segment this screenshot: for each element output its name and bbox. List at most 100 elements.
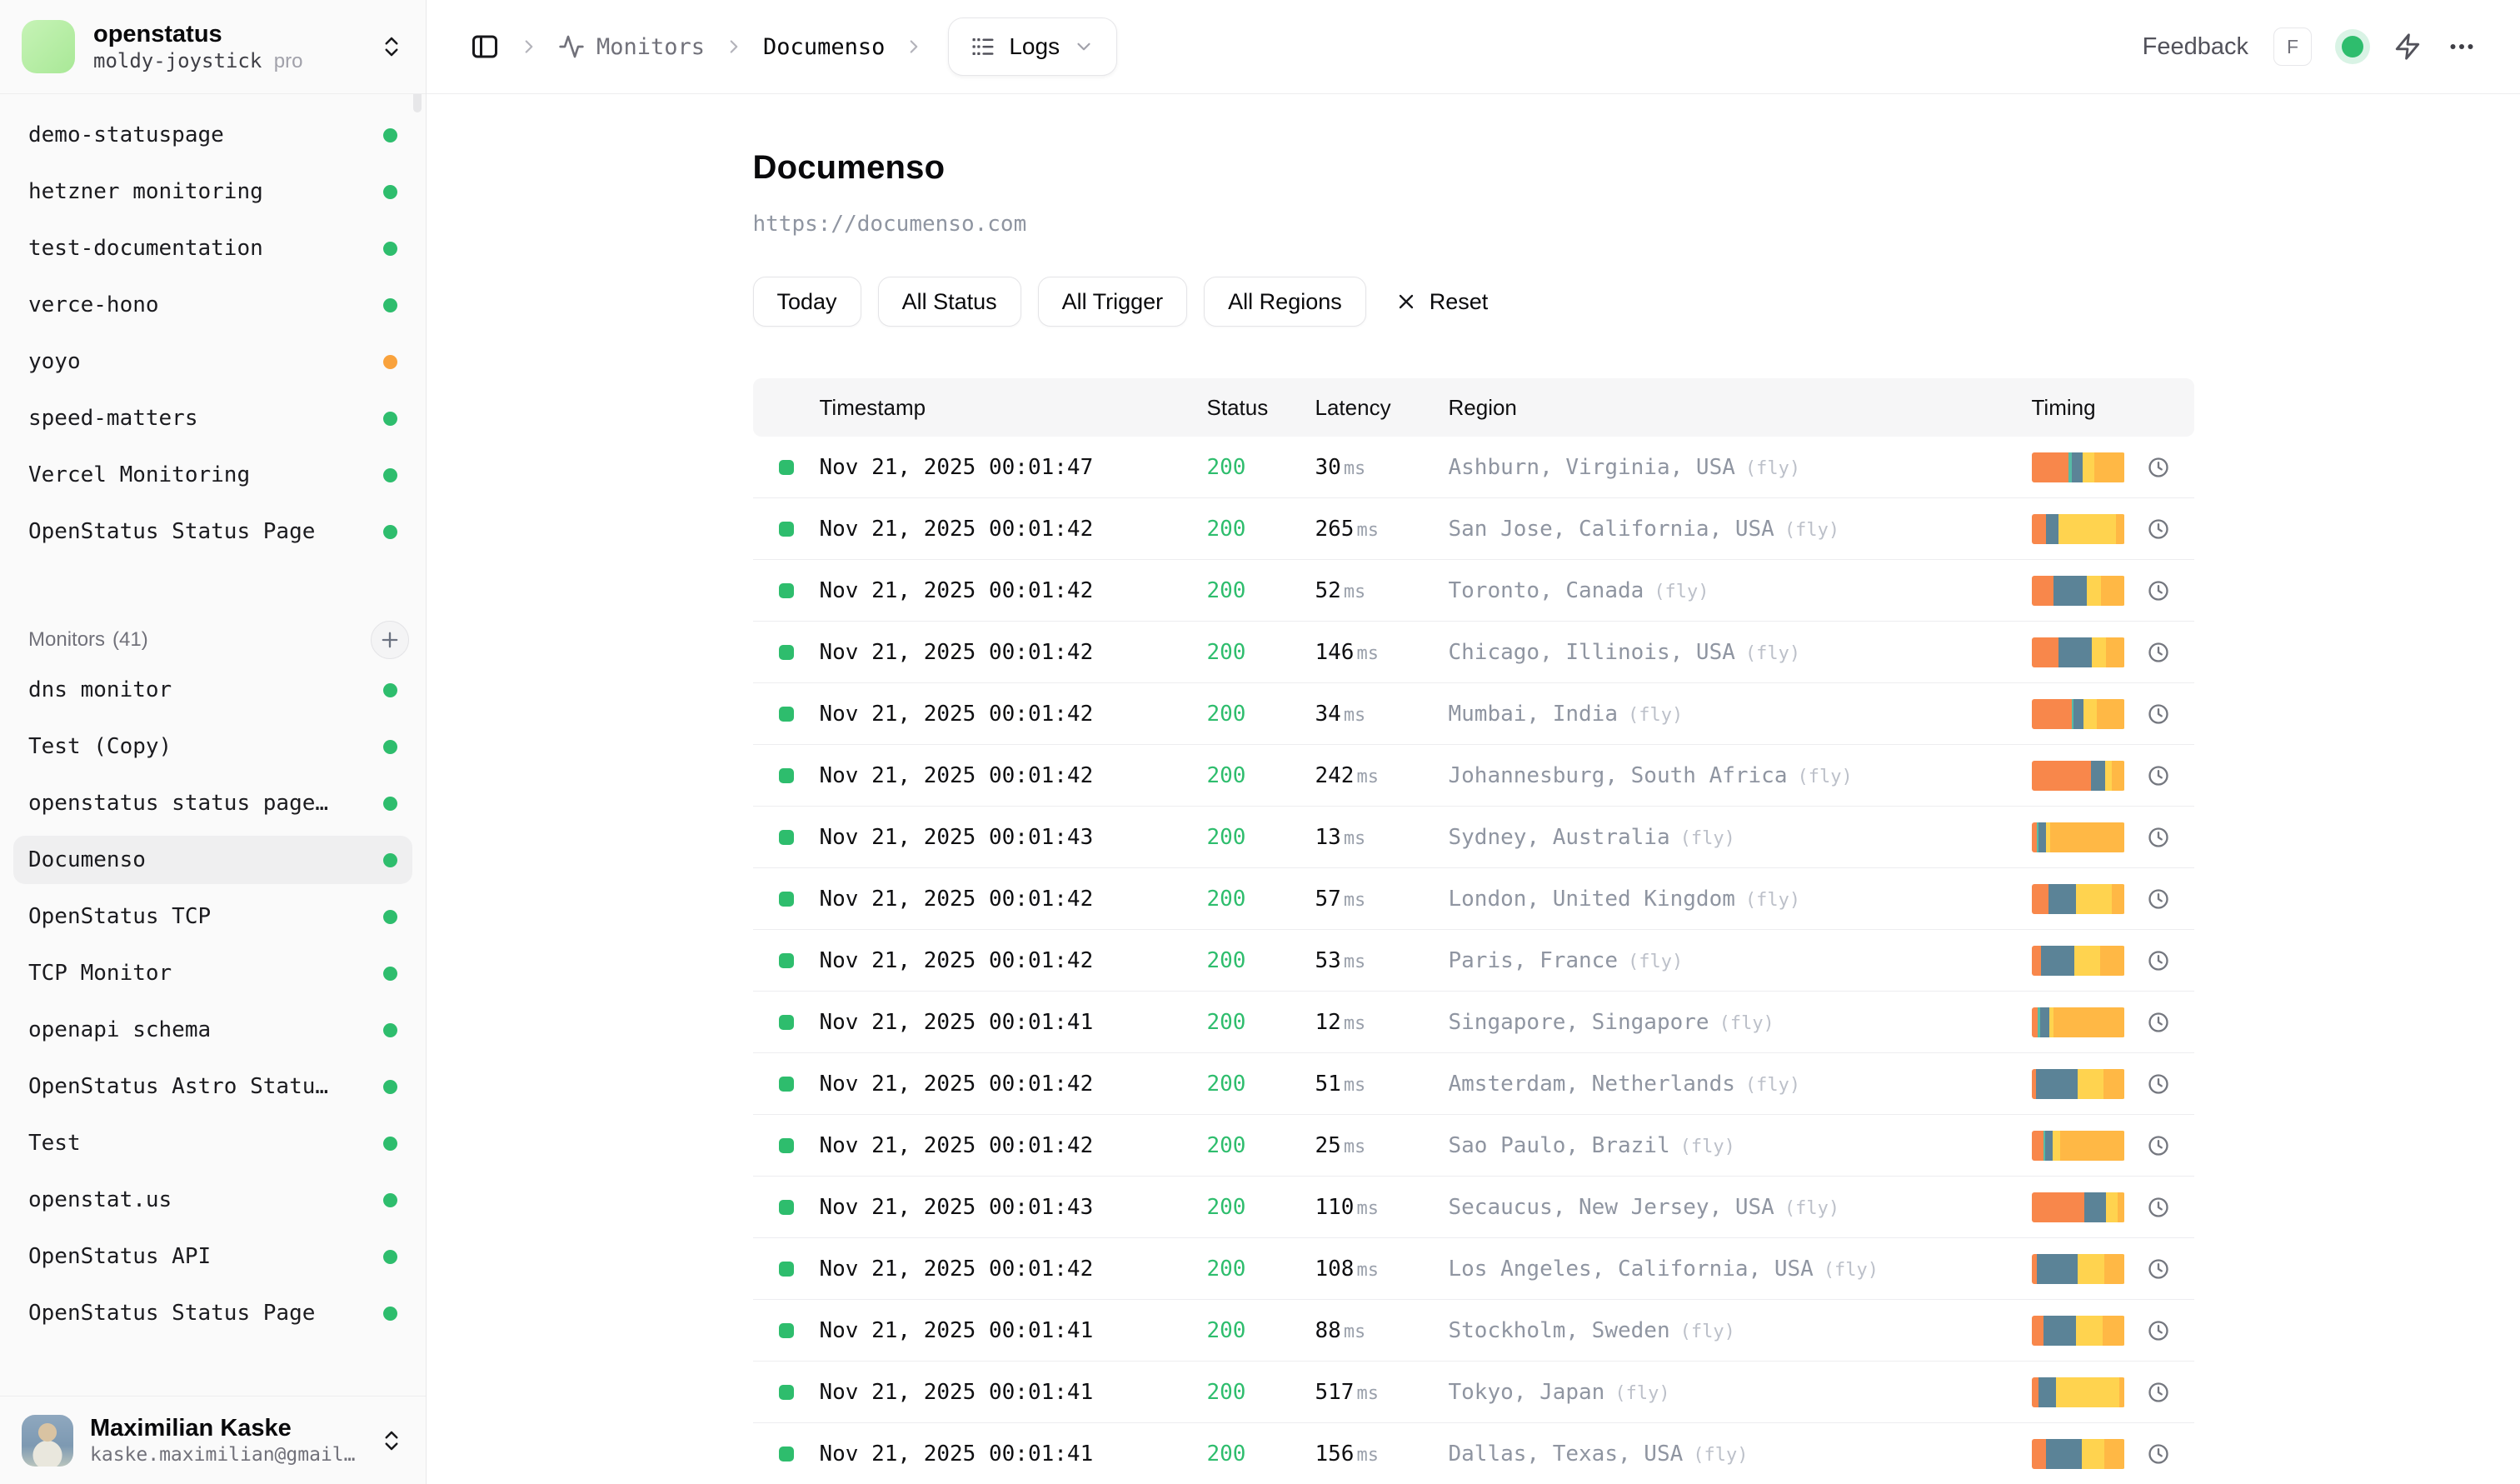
timing-bar[interactable] (2032, 1254, 2125, 1284)
table-row[interactable]: Nov 21, 2025 00:01:42 200 57ms London, U… (753, 868, 2194, 930)
sidebar-toggle-button[interactable] (470, 32, 500, 62)
table-row[interactable]: Nov 21, 2025 00:01:42 200 34ms Mumbai, I… (753, 683, 2194, 745)
table-row[interactable]: Nov 21, 2025 00:01:42 200 51ms Amsterdam… (753, 1053, 2194, 1115)
clock-icon[interactable] (2147, 1319, 2170, 1342)
clock-icon[interactable] (2147, 517, 2170, 541)
table-row[interactable]: Nov 21, 2025 00:01:41 200 88ms Stockholm… (753, 1300, 2194, 1362)
sidebar-item-test[interactable]: Test (13, 1119, 412, 1167)
sidebar-item-openstat-us[interactable]: openstat.us (13, 1176, 412, 1224)
clock-icon[interactable] (2147, 1442, 2170, 1466)
table-row[interactable]: Nov 21, 2025 00:01:41 200 517ms Tokyo, J… (753, 1362, 2194, 1423)
filter-chip-all-trigger[interactable]: All Trigger (1038, 277, 1188, 327)
sidebar-item-openstatus-status-page[interactable]: OpenStatus Status Page (13, 1289, 412, 1337)
sidebar-item-openapi-schema[interactable]: openapi schema (13, 1006, 412, 1054)
table-row[interactable]: Nov 21, 2025 00:01:42 200 25ms Sao Paulo… (753, 1115, 2194, 1177)
timing-bar[interactable] (2032, 761, 2125, 791)
sidebar-item-speed-matters[interactable]: speed-matters (13, 394, 412, 442)
sidebar-item-verce-hono[interactable]: verce-hono (13, 281, 412, 329)
clock-icon[interactable] (2147, 579, 2170, 602)
reset-filters-button[interactable]: Reset (1395, 289, 1489, 315)
clock-icon[interactable] (2147, 764, 2170, 787)
clock-icon[interactable] (2147, 641, 2170, 664)
status-dot-icon (383, 412, 397, 426)
table-row[interactable]: Nov 21, 2025 00:01:42 200 146ms Chicago,… (753, 622, 2194, 683)
view-selector-logs[interactable]: Logs (948, 17, 1117, 76)
filter-chip-today[interactable]: Today (753, 277, 861, 327)
clock-icon[interactable] (2147, 1134, 2170, 1157)
clock-icon[interactable] (2147, 826, 2170, 849)
add-monitor-button[interactable] (371, 621, 409, 659)
clock-icon[interactable] (2147, 887, 2170, 911)
breadcrumb-monitors[interactable]: Monitors (558, 33, 705, 60)
sidebar-item-demo-statuspage[interactable]: demo-statuspage (13, 111, 412, 159)
clock-icon[interactable] (2147, 1011, 2170, 1034)
sidebar-item-tcp-monitor[interactable]: TCP Monitor (13, 949, 412, 997)
table-row[interactable]: Nov 21, 2025 00:01:42 200 52ms Toronto, … (753, 560, 2194, 622)
cell-latency: 88ms (1315, 1318, 1449, 1343)
timing-bar[interactable] (2032, 637, 2125, 667)
sidebar-item-yoyo[interactable]: yoyo (13, 337, 412, 386)
workspace-switcher[interactable]: openstatus moldy-joystick pro (0, 0, 426, 94)
filter-chip-all-regions[interactable]: All Regions (1204, 277, 1366, 327)
timing-bar[interactable] (2032, 1439, 2125, 1469)
table-row[interactable]: Nov 21, 2025 00:01:43 200 110ms Secaucus… (753, 1177, 2194, 1238)
quick-actions-button[interactable] (2393, 32, 2422, 61)
clock-icon[interactable] (2147, 1196, 2170, 1219)
cell-status: 200 (1207, 1442, 1315, 1467)
breadcrumb-monitor[interactable]: Documenso (763, 34, 885, 60)
table-row[interactable]: Nov 21, 2025 00:01:41 200 156ms Dallas, … (753, 1423, 2194, 1484)
sidebar-item-documenso[interactable]: Documenso (13, 836, 412, 884)
timing-bar[interactable] (2032, 699, 2125, 729)
sidebar-item-openstatus-status-page[interactable]: OpenStatus Status Page (13, 507, 412, 556)
timing-bar[interactable] (2032, 1192, 2125, 1222)
table-row[interactable]: Nov 21, 2025 00:01:42 200 53ms Paris, Fr… (753, 930, 2194, 992)
table-row[interactable]: Nov 21, 2025 00:01:41 200 12ms Singapore… (753, 992, 2194, 1053)
timing-bar[interactable] (2032, 822, 2125, 852)
timing-bar[interactable] (2032, 576, 2125, 606)
sidebar-item-vercel-monitoring[interactable]: Vercel Monitoring (13, 451, 412, 499)
sidebar-item-test-copy[interactable]: Test (Copy) (13, 722, 412, 771)
timing-bar[interactable] (2032, 452, 2125, 482)
timing-bar[interactable] (2032, 1316, 2125, 1346)
status-pulse-icon[interactable] (2342, 36, 2363, 57)
table-row[interactable]: Nov 21, 2025 00:01:43 200 13ms Sydney, A… (753, 807, 2194, 868)
sidebar-scrollbar-thumb[interactable] (413, 94, 422, 112)
sidebar-item-dns-monitor[interactable]: dns monitor (13, 666, 412, 714)
timing-bar[interactable] (2032, 1131, 2125, 1161)
timing-bar[interactable] (2032, 1069, 2125, 1099)
cell-status: 200 (1207, 640, 1315, 665)
cell-timing (2032, 1007, 2194, 1037)
cell-timestamp: Nov 21, 2025 00:01:42 (820, 702, 1207, 727)
more-options-button[interactable] (2447, 32, 2477, 62)
clock-icon[interactable] (2147, 949, 2170, 972)
table-row[interactable]: Nov 21, 2025 00:01:47 200 30ms Ashburn, … (753, 437, 2194, 498)
clock-icon[interactable] (2147, 1257, 2170, 1281)
timing-bar[interactable] (2032, 884, 2125, 914)
timing-bar[interactable] (2032, 946, 2125, 976)
ellipsis-icon (2447, 32, 2477, 62)
provider-label: (fly) (1719, 1013, 1774, 1034)
feedback-button[interactable]: Feedback (2143, 33, 2248, 61)
cell-timing (2032, 1439, 2194, 1469)
timing-bar[interactable] (2032, 514, 2125, 544)
clock-icon[interactable] (2147, 1381, 2170, 1404)
user-menu[interactable]: Maximilian Kaske kaske.maximilian@gmail… (0, 1396, 426, 1484)
timing-bar[interactable] (2032, 1377, 2125, 1407)
sidebar-item-openstatus-status-page[interactable]: openstatus status page… (13, 779, 412, 827)
sidebar-item-openstatus-astro-statu[interactable]: OpenStatus Astro Statu… (13, 1062, 412, 1111)
clock-icon[interactable] (2147, 456, 2170, 479)
timing-bar[interactable] (2032, 1007, 2125, 1037)
filter-chip-all-status[interactable]: All Status (878, 277, 1021, 327)
clock-icon[interactable] (2147, 702, 2170, 726)
status-dot-icon (383, 298, 397, 312)
table-row[interactable]: Nov 21, 2025 00:01:42 200 108ms Los Ange… (753, 1238, 2194, 1300)
sidebar-item-label: hetzner monitoring (28, 179, 263, 204)
table-row[interactable]: Nov 21, 2025 00:01:42 200 265ms San Jose… (753, 498, 2194, 560)
table-row[interactable]: Nov 21, 2025 00:01:42 200 242ms Johannes… (753, 745, 2194, 807)
clock-icon[interactable] (2147, 1072, 2170, 1096)
cell-timestamp: Nov 21, 2025 00:01:42 (820, 1133, 1207, 1158)
sidebar-item-hetzner-monitoring[interactable]: hetzner monitoring (13, 167, 412, 216)
sidebar-item-openstatus-tcp[interactable]: OpenStatus TCP (13, 892, 412, 941)
sidebar-item-test-documentation[interactable]: test-documentation (13, 224, 412, 272)
sidebar-item-openstatus-api[interactable]: OpenStatus API (13, 1232, 412, 1281)
